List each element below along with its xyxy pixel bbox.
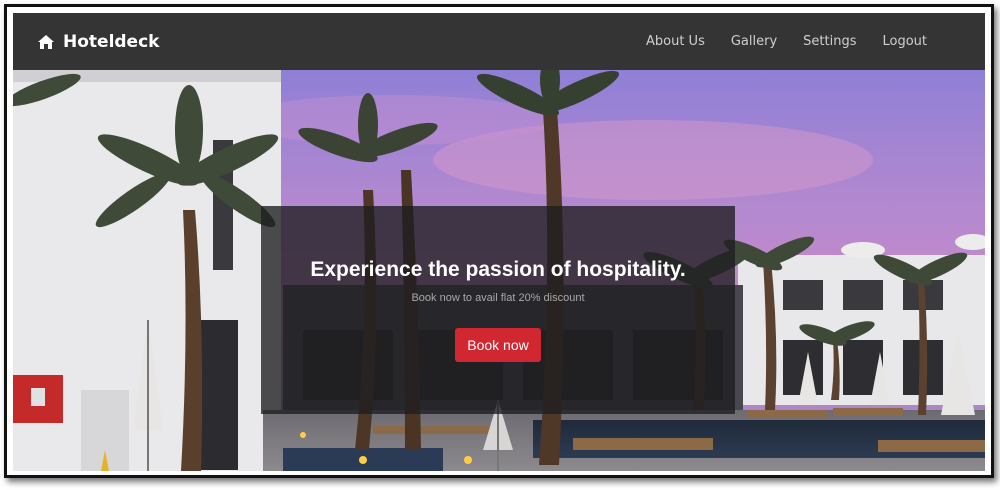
nav-link-gallery[interactable]: Gallery — [731, 34, 777, 49]
hero-overlay-card: Experience the passion of hospitality. B… — [261, 206, 735, 414]
nav-link-logout[interactable]: Logout — [882, 34, 927, 49]
brand-logo-link[interactable]: Hoteldeck — [37, 32, 159, 52]
hero-subline: Book now to avail flat 20% discount — [411, 292, 585, 304]
home-icon — [37, 34, 55, 50]
brand-name: Hoteldeck — [63, 31, 160, 52]
browser-frame: Hoteldeck About Us Gallery Settings Logo… — [4, 4, 994, 478]
book-now-button[interactable]: Book now — [455, 328, 541, 362]
page-viewport: Hoteldeck About Us Gallery Settings Logo… — [13, 13, 985, 471]
hero-section: Experience the passion of hospitality. B… — [13, 70, 985, 471]
nav-links: About Us Gallery Settings Logout — [646, 34, 927, 49]
nav-link-settings[interactable]: Settings — [803, 34, 856, 49]
hero-headline: Experience the passion of hospitality. — [310, 258, 686, 281]
nav-link-about-us[interactable]: About Us — [646, 34, 705, 49]
top-navbar: Hoteldeck About Us Gallery Settings Logo… — [13, 13, 985, 70]
